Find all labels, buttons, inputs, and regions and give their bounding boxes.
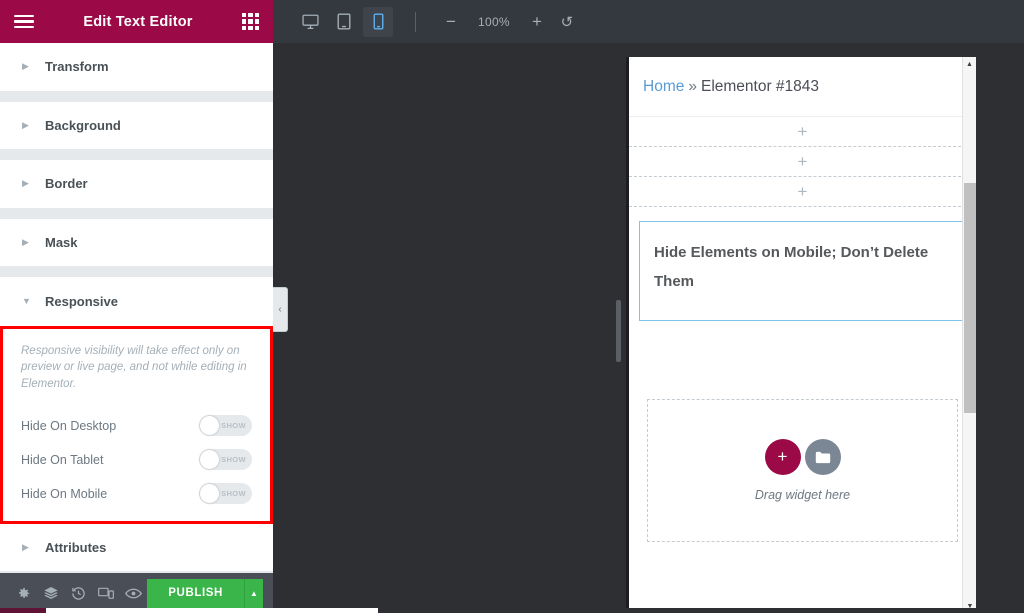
section-label: Background xyxy=(45,118,121,133)
bottom-strip xyxy=(0,608,1024,613)
bottom-strip-white xyxy=(46,608,378,613)
zoom-in-button[interactable]: + xyxy=(524,9,550,35)
breadcrumb-home-link[interactable]: Home xyxy=(643,78,684,96)
section-responsive[interactable]: ▼ Responsive xyxy=(0,277,273,326)
device-desktop-button[interactable] xyxy=(295,7,325,37)
section-divider xyxy=(0,150,273,160)
responsive-mode-icon[interactable] xyxy=(92,573,119,613)
section-divider xyxy=(0,267,273,277)
toggle-state-label: SHOW xyxy=(221,489,246,498)
add-section-plus-icon[interactable]: + xyxy=(798,182,808,202)
editor-panel: Edit Text Editor ▶ Transform ▶ Backgroun… xyxy=(0,0,273,613)
canvas-resize-handle-left[interactable] xyxy=(616,300,621,362)
settings-gear-icon[interactable] xyxy=(10,573,37,613)
control-hide-on-desktop: Hide On Desktop SHOW xyxy=(21,409,252,443)
canvas-toolbar: − 100% + ↺ xyxy=(273,0,1024,43)
panel-collapse-handle[interactable]: ‹ xyxy=(273,287,288,332)
section-background[interactable]: ▶ Background xyxy=(0,102,273,151)
folder-icon[interactable] xyxy=(805,439,841,475)
chevron-right-icon: ▶ xyxy=(22,62,34,71)
zoom-level-value: 100% xyxy=(468,15,520,29)
device-mobile-button[interactable] xyxy=(363,7,393,37)
widget-dropzone[interactable]: + Drag widget here xyxy=(647,399,958,542)
section-mask[interactable]: ▶ Mask xyxy=(0,219,273,268)
hide-on-tablet-toggle[interactable]: SHOW xyxy=(199,449,252,470)
toolbar-divider xyxy=(415,12,416,32)
add-widget-button[interactable]: + xyxy=(765,439,801,475)
panel-footer: PUBLISH ▲ xyxy=(0,573,273,613)
section-label: Mask xyxy=(45,235,78,250)
toggle-state-label: SHOW xyxy=(221,455,246,464)
toggle-state-label: SHOW xyxy=(221,421,246,430)
control-hide-on-mobile: Hide On Mobile SHOW xyxy=(21,477,252,511)
section-label: Responsive xyxy=(45,294,118,309)
bottom-strip-accent xyxy=(0,608,46,613)
toggle-knob xyxy=(200,450,219,469)
chevron-right-icon: ▶ xyxy=(22,238,34,247)
panel-title: Edit Text Editor xyxy=(34,14,242,30)
zoom-reset-icon[interactable]: ↺ xyxy=(554,9,580,35)
chevron-right-icon: ▶ xyxy=(22,121,34,130)
section-label: Transform xyxy=(45,59,109,74)
hamburger-icon[interactable] xyxy=(14,15,34,29)
device-tablet-button[interactable] xyxy=(329,7,359,37)
section-label: Attributes xyxy=(45,540,106,555)
publish-button[interactable]: PUBLISH xyxy=(147,579,244,608)
section-transform[interactable]: ▶ Transform xyxy=(0,43,273,92)
section-divider xyxy=(0,209,273,219)
scrollbar-thumb[interactable] xyxy=(964,183,976,413)
device-scrollbar[interactable]: ▲ ▼ xyxy=(962,57,976,613)
toggle-knob xyxy=(200,416,219,435)
control-hide-on-tablet: Hide On Tablet SHOW xyxy=(21,443,252,477)
breadcrumb-separator: » xyxy=(688,78,697,96)
scroll-up-arrow-icon[interactable]: ▲ xyxy=(963,57,976,71)
chevron-down-icon: ▼ xyxy=(22,297,34,306)
history-clock-icon[interactable] xyxy=(65,573,92,613)
text-editor-widget[interactable]: Hide Elements on Mobile; Don’t Delete Th… xyxy=(639,221,966,321)
hide-on-desktop-toggle[interactable]: SHOW xyxy=(199,415,252,436)
navigator-layers-icon[interactable] xyxy=(37,573,64,613)
control-label: Hide On Mobile xyxy=(21,487,107,501)
section-label: Border xyxy=(45,176,88,191)
add-section-plus-icon[interactable]: + xyxy=(798,122,808,142)
toggle-knob xyxy=(200,484,219,503)
canvas-resize-handle-right[interactable] xyxy=(986,300,991,362)
breadcrumb: Home » Elementor #1843 xyxy=(629,57,976,117)
breadcrumb-current-page: Elementor #1843 xyxy=(701,78,819,96)
panel-header: Edit Text Editor xyxy=(0,0,273,43)
hide-on-mobile-toggle[interactable]: SHOW xyxy=(199,483,252,504)
empty-section-row[interactable]: + xyxy=(629,147,976,177)
panel-body: ▶ Transform ▶ Background ▶ Border ▶ Mask… xyxy=(0,43,273,573)
empty-section-row[interactable]: + xyxy=(629,177,976,207)
control-label: Hide On Desktop xyxy=(21,419,116,433)
text-widget-content: Hide Elements on Mobile; Don’t Delete Th… xyxy=(654,238,951,297)
section-divider xyxy=(0,92,273,102)
dropzone-label: Drag widget here xyxy=(755,488,850,502)
empty-section-row[interactable]: + xyxy=(629,117,976,147)
widgets-grid-icon[interactable] xyxy=(242,13,259,30)
preview-canvas: Home » Elementor #1843 + + + Hide Elemen… xyxy=(273,43,1024,613)
responsive-settings-highlight: Responsive visibility will take effect o… xyxy=(0,326,273,524)
elementor-editor: Edit Text Editor ▶ Transform ▶ Backgroun… xyxy=(0,0,1024,613)
chevron-right-icon: ▶ xyxy=(22,179,34,188)
section-border[interactable]: ▶ Border xyxy=(0,160,273,209)
section-attributes[interactable]: ▶ Attributes xyxy=(0,524,273,573)
add-section-plus-icon[interactable]: + xyxy=(798,152,808,172)
publish-options-caret-icon[interactable]: ▲ xyxy=(244,579,263,608)
control-label: Hide On Tablet xyxy=(21,453,103,467)
preview-eye-icon[interactable] xyxy=(120,573,147,613)
device-preview-frame: Home » Elementor #1843 + + + Hide Elemen… xyxy=(626,57,976,613)
zoom-out-button[interactable]: − xyxy=(438,9,464,35)
chevron-right-icon: ▶ xyxy=(22,543,34,552)
responsive-note: Responsive visibility will take effect o… xyxy=(21,343,252,393)
